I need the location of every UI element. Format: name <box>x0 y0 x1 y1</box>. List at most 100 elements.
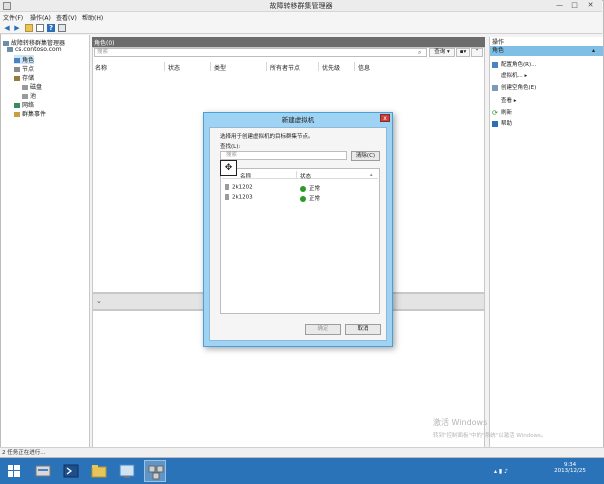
server-manager-icon <box>35 465 51 477</box>
action-create-empty-role[interactable]: 创建空角色(E) <box>492 83 536 91</box>
save-query-button[interactable]: ▪▾ <box>456 48 470 57</box>
failover-cluster-manager-button[interactable] <box>144 460 166 482</box>
column-type[interactable]: 类型 <box>214 63 226 72</box>
maximize-button[interactable]: □ <box>568 1 581 10</box>
properties-icon[interactable] <box>36 24 44 32</box>
powershell-icon <box>63 464 79 478</box>
action-view[interactable]: 查看 ▸ <box>501 96 517 104</box>
roles-header <box>92 37 485 47</box>
tree-item-cluster[interactable]: cs.contoso.com <box>7 46 62 53</box>
server-icon <box>225 184 229 190</box>
folder-icon[interactable] <box>25 24 33 32</box>
back-arrow-icon[interactable]: ◀ <box>3 24 11 32</box>
expand-chevron-icon[interactable]: ⌄ <box>96 297 102 305</box>
windows-logo-icon <box>8 465 20 477</box>
server-manager-button[interactable] <box>32 460 54 482</box>
toolbar <box>0 22 602 34</box>
column-status[interactable]: 状态 <box>168 63 180 72</box>
action-help[interactable]: 帮助 <box>492 119 512 127</box>
configure-role-icon <box>492 61 498 68</box>
tray-icons[interactable]: ▴ ▮ ♪ <box>494 468 508 475</box>
collapse-arrow-icon[interactable]: ▴ <box>592 47 595 54</box>
roles-search-input[interactable]: 搜索 <box>94 48 427 57</box>
actions-title: 操作 <box>492 39 505 46</box>
network-icon <box>14 103 20 108</box>
tree-item-storage[interactable]: 存储 <box>14 73 34 82</box>
cluster-icon <box>7 47 13 52</box>
action-configure-role[interactable]: 配置角色(R)... <box>492 60 536 68</box>
column-name[interactable]: 名称 <box>95 63 107 72</box>
navigation-tree <box>1 35 90 457</box>
roles-header-title: 角色(0) <box>94 40 115 47</box>
dialog-search-input[interactable]: 搜索 <box>220 151 347 160</box>
dialog-cancel-button[interactable]: 取消 <box>345 324 381 335</box>
action-refresh[interactable]: ⟳ 刷新 <box>492 108 512 116</box>
hyperv-manager-button[interactable] <box>116 460 138 482</box>
node-status: 正常 <box>300 184 320 192</box>
tree-item-roles[interactable]: 角色 <box>14 55 35 64</box>
dialog-ok-button[interactable]: 确定 <box>305 324 341 335</box>
clock-date: 2013/12/25 <box>554 468 586 474</box>
folder-icon <box>91 465 107 478</box>
column-separator <box>296 171 297 179</box>
dialog-instruction: 选择用于创建虚拟机的目标群集节点。 <box>220 134 314 140</box>
node-column-status[interactable]: 状态 <box>300 172 311 180</box>
actions-section-roles[interactable]: 角色 <box>490 46 603 56</box>
window-title: 故障转移群集管理器 <box>269 2 333 10</box>
roles-icon <box>14 58 20 63</box>
menu-view[interactable]: 查看(V) <box>56 13 77 22</box>
move-cursor-icon: ✥ <box>220 160 237 176</box>
node-row[interactable]: 2k1202 <box>225 184 253 191</box>
list-scroll-up-icon[interactable]: ▴ <box>370 172 373 178</box>
server-icon <box>225 194 229 200</box>
forward-arrow-icon[interactable]: ▶ <box>13 24 21 32</box>
status-ok-icon <box>300 195 306 202</box>
tree-item-networks[interactable]: 网络 <box>14 100 34 109</box>
activation-watermark-title: 激活 Windows <box>433 418 488 427</box>
menu-help[interactable]: 帮助(H) <box>82 13 103 22</box>
help-icon <box>492 120 498 127</box>
refresh-icon: ⟳ <box>492 108 498 117</box>
node-row[interactable]: 2k1203 <box>225 194 253 201</box>
tree-item-nodes[interactable]: 节点 <box>14 64 34 73</box>
column-separator <box>164 62 165 71</box>
submenu-arrow-icon: ▸ <box>524 73 528 79</box>
help-icon[interactable]: ? <box>47 24 55 32</box>
submenu-arrow-icon: ▸ <box>513 98 517 104</box>
menu-file[interactable]: 文件(F) <box>3 13 23 22</box>
cluster-manager-icon <box>148 465 164 480</box>
dialog-search-label: 查找(L): <box>220 144 241 150</box>
hyperv-icon <box>119 464 135 478</box>
column-priority[interactable]: 优先级 <box>322 63 340 72</box>
activation-watermark-text: 转到"控制面板"中的"系统"以激活 Windows。 <box>433 433 547 439</box>
column-owner-node[interactable]: 所有者节点 <box>270 63 300 72</box>
query-button[interactable]: 查询 ▾ <box>429 48 455 57</box>
tree-item-disks[interactable]: 磁盘 <box>22 82 42 91</box>
dialog-close-button[interactable]: x <box>380 114 390 122</box>
column-separator <box>210 62 211 71</box>
nodes-icon <box>14 67 20 72</box>
tree-item-pools[interactable]: 池 <box>22 91 36 100</box>
search-icon[interactable]: ⌕ <box>418 49 421 57</box>
action-virtual-machines[interactable]: 虚拟机... ▸ <box>501 71 527 79</box>
close-button[interactable]: ✕ <box>584 1 597 10</box>
column-separator <box>266 62 267 71</box>
status-bar: 2 任务正在进行... <box>0 447 604 457</box>
disk-icon <box>22 85 28 90</box>
start-button[interactable] <box>3 460 25 482</box>
dialog-clear-button[interactable]: 清除(C) <box>351 151 380 161</box>
storage-icon <box>14 76 20 81</box>
file-explorer-button[interactable] <box>88 460 110 482</box>
column-info[interactable]: 信息 <box>358 63 370 72</box>
taskbar-clock[interactable]: 9:34 2013/12/25 <box>540 462 600 474</box>
collapse-button[interactable]: ⌃ <box>471 48 483 57</box>
powershell-button[interactable] <box>60 460 82 482</box>
column-separator <box>318 62 319 71</box>
dialog-title: 新建虚拟机 <box>281 116 315 124</box>
tree-item-events[interactable]: 群集事件 <box>14 109 46 118</box>
console-icon[interactable] <box>58 24 66 32</box>
pool-icon <box>22 94 28 99</box>
minimize-button[interactable]: — <box>553 1 566 10</box>
empty-role-icon <box>492 84 498 91</box>
menu-action[interactable]: 操作(A) <box>30 13 51 22</box>
